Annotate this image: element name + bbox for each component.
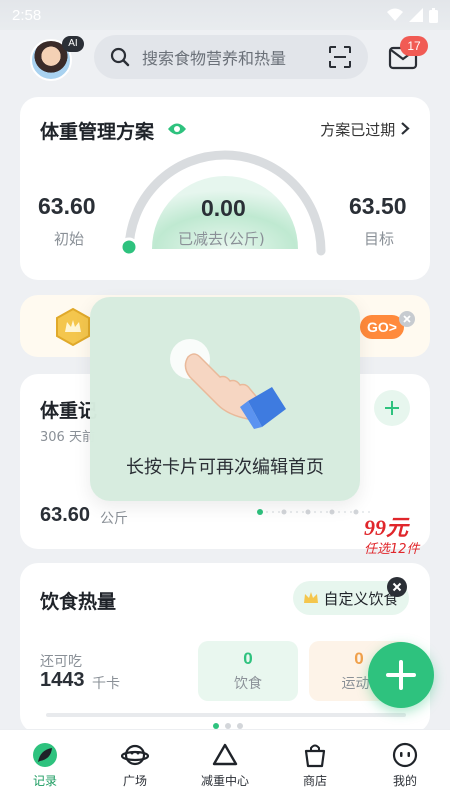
sticker-subtext: 任选12件 bbox=[364, 542, 420, 557]
wifi-icon bbox=[387, 8, 403, 21]
current-weight-unit: 公斤 bbox=[100, 511, 128, 527]
tab-square[interactable]: 广场 bbox=[90, 742, 180, 789]
tab-record[interactable]: 记录 bbox=[0, 742, 90, 789]
weight-plan-title: 体重管理方案 bbox=[40, 121, 155, 143]
header: AI 搜索食物营养和热量 17 bbox=[0, 30, 450, 88]
current-weight-value: 63.60 bbox=[40, 504, 91, 526]
status-icons bbox=[387, 7, 438, 23]
food-calories: 0 bbox=[243, 649, 253, 668]
triangle-icon bbox=[212, 743, 238, 766]
start-weight-label: 初始 bbox=[54, 230, 85, 248]
eye-icon[interactable] bbox=[167, 122, 187, 136]
tab-label: 记录 bbox=[32, 774, 57, 788]
ai-badge: AI bbox=[62, 36, 84, 52]
food-label: 饮食 bbox=[234, 676, 262, 692]
diet-title: 饮食热量 bbox=[40, 591, 117, 613]
crown-icon bbox=[304, 592, 319, 603]
remaining-label: 还可吃 bbox=[40, 654, 82, 670]
diet-scroll-track bbox=[46, 713, 406, 717]
plan-status-link[interactable]: 方案已过期 bbox=[320, 119, 410, 140]
target-weight-value: 63.50 bbox=[349, 193, 407, 219]
bag-icon bbox=[304, 744, 326, 768]
scan-icon[interactable] bbox=[328, 45, 352, 69]
price-sticker[interactable]: 99元 任选12件 bbox=[364, 510, 436, 558]
tab-label: 我的 bbox=[392, 774, 417, 788]
add-record-button[interactable] bbox=[374, 390, 410, 426]
tab-mine[interactable]: 我的 bbox=[360, 742, 450, 789]
plus-icon bbox=[386, 660, 416, 690]
remaining-calories: 1443 bbox=[40, 669, 85, 691]
chevron-right-icon bbox=[401, 122, 410, 135]
close-icon[interactable] bbox=[387, 577, 407, 597]
tab-label: 商店 bbox=[302, 774, 327, 788]
target-weight-label: 目标 bbox=[364, 230, 395, 248]
start-weight-value: 63.60 bbox=[38, 193, 96, 219]
weight-record-subtitle: 306 天前 bbox=[40, 430, 95, 445]
tab-weight-center[interactable]: 减重中心 bbox=[180, 742, 270, 789]
face-icon bbox=[392, 742, 418, 768]
status-time: 2:58 bbox=[12, 6, 42, 24]
battery-icon bbox=[429, 7, 438, 23]
remaining-unit: 千卡 bbox=[92, 676, 120, 692]
bottom-tab-bar: 记录 广场 减重中心 商店 我的 bbox=[0, 729, 450, 799]
plan-status-text: 方案已过期 bbox=[320, 121, 396, 139]
hand-pointer-icon bbox=[170, 339, 286, 429]
search-placeholder: 搜索食物营养和热量 bbox=[142, 49, 287, 68]
search-icon bbox=[110, 47, 130, 67]
diet-card[interactable]: 饮食热量 自定义饮食 还可吃 1443 千卡 0 饮食 0 运动* bbox=[20, 563, 430, 733]
lost-weight-value: 0.00 bbox=[201, 195, 246, 221]
tab-label: 广场 bbox=[122, 774, 147, 788]
leaf-icon bbox=[33, 743, 57, 767]
status-bar: 2:58 bbox=[0, 0, 450, 30]
search-input[interactable]: 搜索食物营养和热量 bbox=[94, 35, 368, 79]
signal-icon bbox=[409, 8, 423, 22]
edit-home-tip[interactable]: 长按卡片可再次编辑首页 bbox=[90, 297, 360, 501]
go-button[interactable]: GO> bbox=[360, 315, 404, 339]
lost-weight-label: 已减去(公斤) bbox=[178, 230, 265, 248]
medal-icon bbox=[56, 307, 90, 347]
mail-count-badge: 17 bbox=[400, 36, 428, 56]
tab-label: 减重中心 bbox=[200, 774, 249, 788]
weight-plan-card[interactable]: 体重管理方案 方案已过期 63.60 初始 0.00 已减去(公斤) 63.50… bbox=[20, 97, 430, 280]
add-fab-button[interactable] bbox=[368, 642, 434, 708]
tip-text: 长按卡片可再次编辑首页 bbox=[126, 457, 324, 478]
plus-icon bbox=[385, 401, 399, 415]
food-stat[interactable]: 0 饮食 bbox=[198, 641, 298, 701]
tab-store[interactable]: 商店 bbox=[270, 742, 360, 789]
close-icon[interactable] bbox=[399, 311, 415, 327]
planet-icon bbox=[121, 744, 149, 766]
weight-record-title: 体重记 bbox=[40, 400, 98, 422]
weight-trend-line bbox=[257, 509, 372, 515]
